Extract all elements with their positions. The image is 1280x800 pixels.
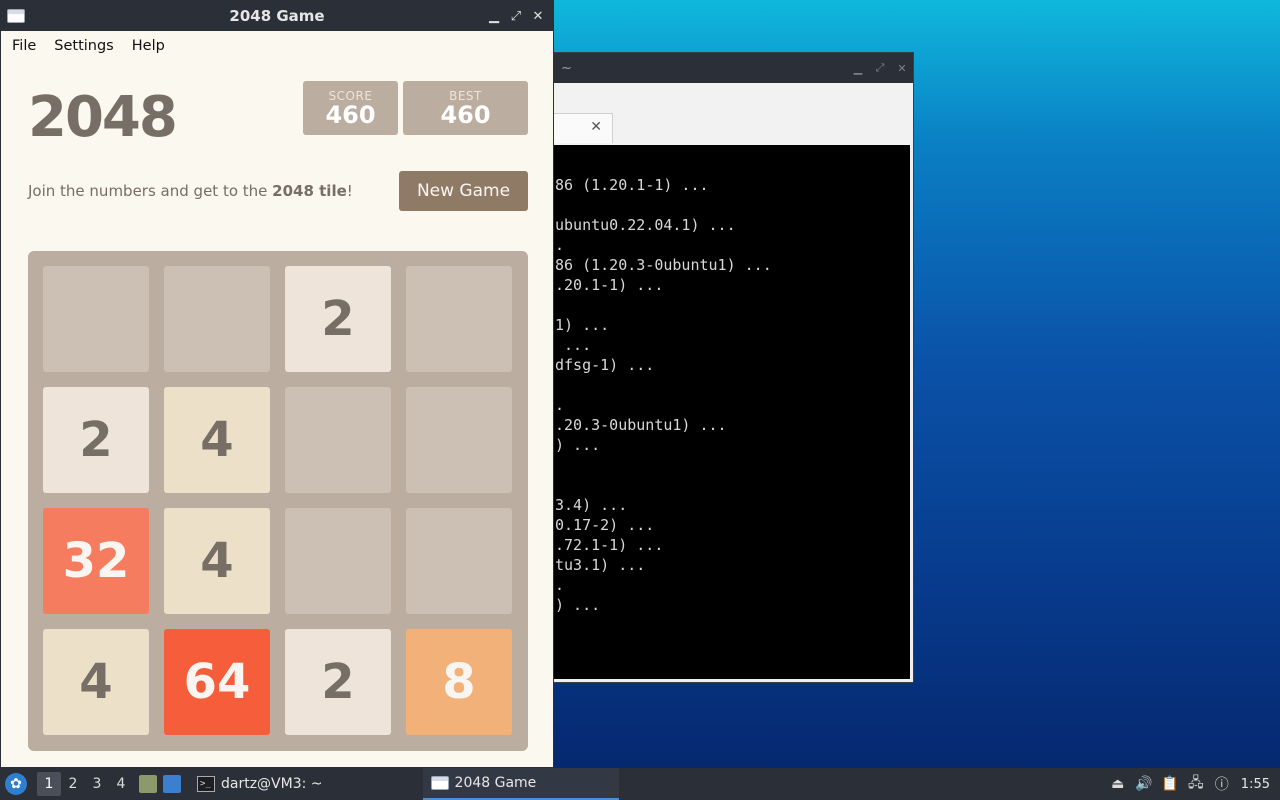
- tab-close-icon[interactable]: ✕: [590, 119, 602, 135]
- menubar: File Settings Help: [1, 31, 553, 61]
- game-heading: 2048: [28, 85, 178, 150]
- terminal-line: 1) ...: [555, 316, 610, 334]
- terminal-output[interactable]: 86 (1.20.1-1) ... ubuntu0.22.04.1) .... 86…: [541, 145, 910, 679]
- empty-cell: [285, 387, 391, 493]
- terminal-tabbar: ✕: [541, 83, 913, 145]
- empty-cell: [406, 508, 512, 614]
- task-2048[interactable]: 2048 Game: [422, 768, 619, 800]
- tile-8: 8: [406, 629, 512, 735]
- terminal-line: .72.1-1) ...: [555, 536, 664, 554]
- maximize-icon[interactable]: ⤢: [505, 9, 527, 24]
- game-window: 2048 Game ▁ ⤢ ✕ File Settings Help 2048 …: [0, 0, 554, 768]
- terminal-window: ~ ▁ ⤢ ✕ ✕ 86 (1.20.1-1) ... ubuntu0.22.04…: [540, 52, 914, 683]
- tile-2: 2: [43, 387, 149, 493]
- workspace-1[interactable]: 1: [37, 772, 61, 796]
- intro-text: Join the numbers and get to the 2048 til…: [28, 182, 353, 200]
- close-icon[interactable]: ✕: [527, 9, 549, 24]
- terminal-line: tu3.1) ...: [555, 556, 646, 574]
- task-terminal[interactable]: >_ dartz@VM3: ~: [189, 768, 331, 800]
- terminal-line: ) ...: [555, 596, 601, 614]
- empty-cell: [43, 266, 149, 372]
- tile-4: 4: [164, 387, 270, 493]
- game-board[interactable]: 2 2 4 32 4 4 64 2 8: [28, 251, 528, 751]
- network-icon[interactable]: 🖧: [1186, 774, 1206, 794]
- minimize-icon[interactable]: ▁: [847, 62, 869, 75]
- best-value: 460: [440, 101, 491, 129]
- clipboard-icon[interactable]: 📋: [1160, 774, 1180, 794]
- terminal-line: 86 (1.20.3-0ubuntu1) ...: [555, 256, 772, 274]
- score-value: 460: [325, 101, 376, 129]
- minimize-icon[interactable]: ▁: [483, 9, 505, 24]
- terminal-line: .: [555, 576, 565, 594]
- window-app-icon: [430, 776, 449, 790]
- volume-icon[interactable]: 🔊: [1134, 774, 1154, 794]
- terminal-line: .20.1-1) ...: [555, 276, 664, 294]
- terminal-line: .: [555, 236, 565, 254]
- desktop-icon[interactable]: [163, 775, 181, 793]
- close-icon[interactable]: ✕: [891, 62, 913, 75]
- terminal-line: ) ...: [555, 436, 601, 454]
- empty-cell: [164, 266, 270, 372]
- file-manager-icon[interactable]: [139, 775, 157, 793]
- notification-icon[interactable]: ⓘ: [1212, 774, 1232, 794]
- best-box: BEST 460: [403, 81, 528, 135]
- terminal-line: 3.4) ...: [555, 496, 628, 514]
- terminal-titlebar[interactable]: ~ ▁ ⤢ ✕: [541, 53, 913, 83]
- tile-2: 2: [285, 266, 391, 372]
- terminal-line: 0.17-2) ...: [555, 516, 655, 534]
- clock: 1:55: [1240, 776, 1270, 792]
- start-menu-icon[interactable]: ✿: [5, 773, 27, 795]
- menu-file[interactable]: File: [3, 38, 45, 54]
- menu-settings[interactable]: Settings: [45, 38, 122, 54]
- tile-32: 32: [43, 508, 149, 614]
- workspace-2[interactable]: 2: [61, 776, 85, 792]
- window-app-icon: [7, 9, 25, 23]
- new-game-button[interactable]: New Game: [399, 171, 528, 211]
- terminal-icon: >_: [197, 776, 215, 792]
- empty-cell: [285, 508, 391, 614]
- workspace-4[interactable]: 4: [109, 776, 133, 792]
- terminal-line: .: [555, 396, 565, 414]
- terminal-line: 86 (1.20.1-1) ...: [555, 176, 709, 194]
- taskbar: ✿ 1 2 3 4 >_ dartz@VM3: ~ 2048 Game ⏏ 🔊 …: [0, 768, 1280, 800]
- terminal-line: ...: [555, 336, 592, 354]
- terminal-title: ~: [561, 60, 572, 76]
- game-titlebar[interactable]: 2048 Game ▁ ⤢ ✕: [1, 1, 553, 31]
- terminal-line: .20.3-0ubuntu1) ...: [555, 416, 727, 434]
- task-2048-label: 2048 Game: [454, 775, 537, 791]
- tile-4: 4: [164, 508, 270, 614]
- empty-cell: [406, 266, 512, 372]
- empty-cell: [406, 387, 512, 493]
- menu-help[interactable]: Help: [123, 38, 174, 54]
- workspace-3[interactable]: 3: [85, 776, 109, 792]
- tile-4: 4: [43, 629, 149, 735]
- eject-icon[interactable]: ⏏: [1108, 774, 1128, 794]
- task-terminal-label: dartz@VM3: ~: [221, 776, 323, 792]
- terminal-line: ubuntu0.22.04.1) ...: [555, 216, 736, 234]
- tile-2: 2: [285, 629, 391, 735]
- tile-64: 64: [164, 629, 270, 735]
- maximize-icon[interactable]: ⤢: [869, 61, 891, 75]
- terminal-line: dfsg-1) ...: [555, 356, 655, 374]
- score-box: SCORE 460: [303, 81, 398, 135]
- window-title: 2048 Game: [229, 7, 325, 25]
